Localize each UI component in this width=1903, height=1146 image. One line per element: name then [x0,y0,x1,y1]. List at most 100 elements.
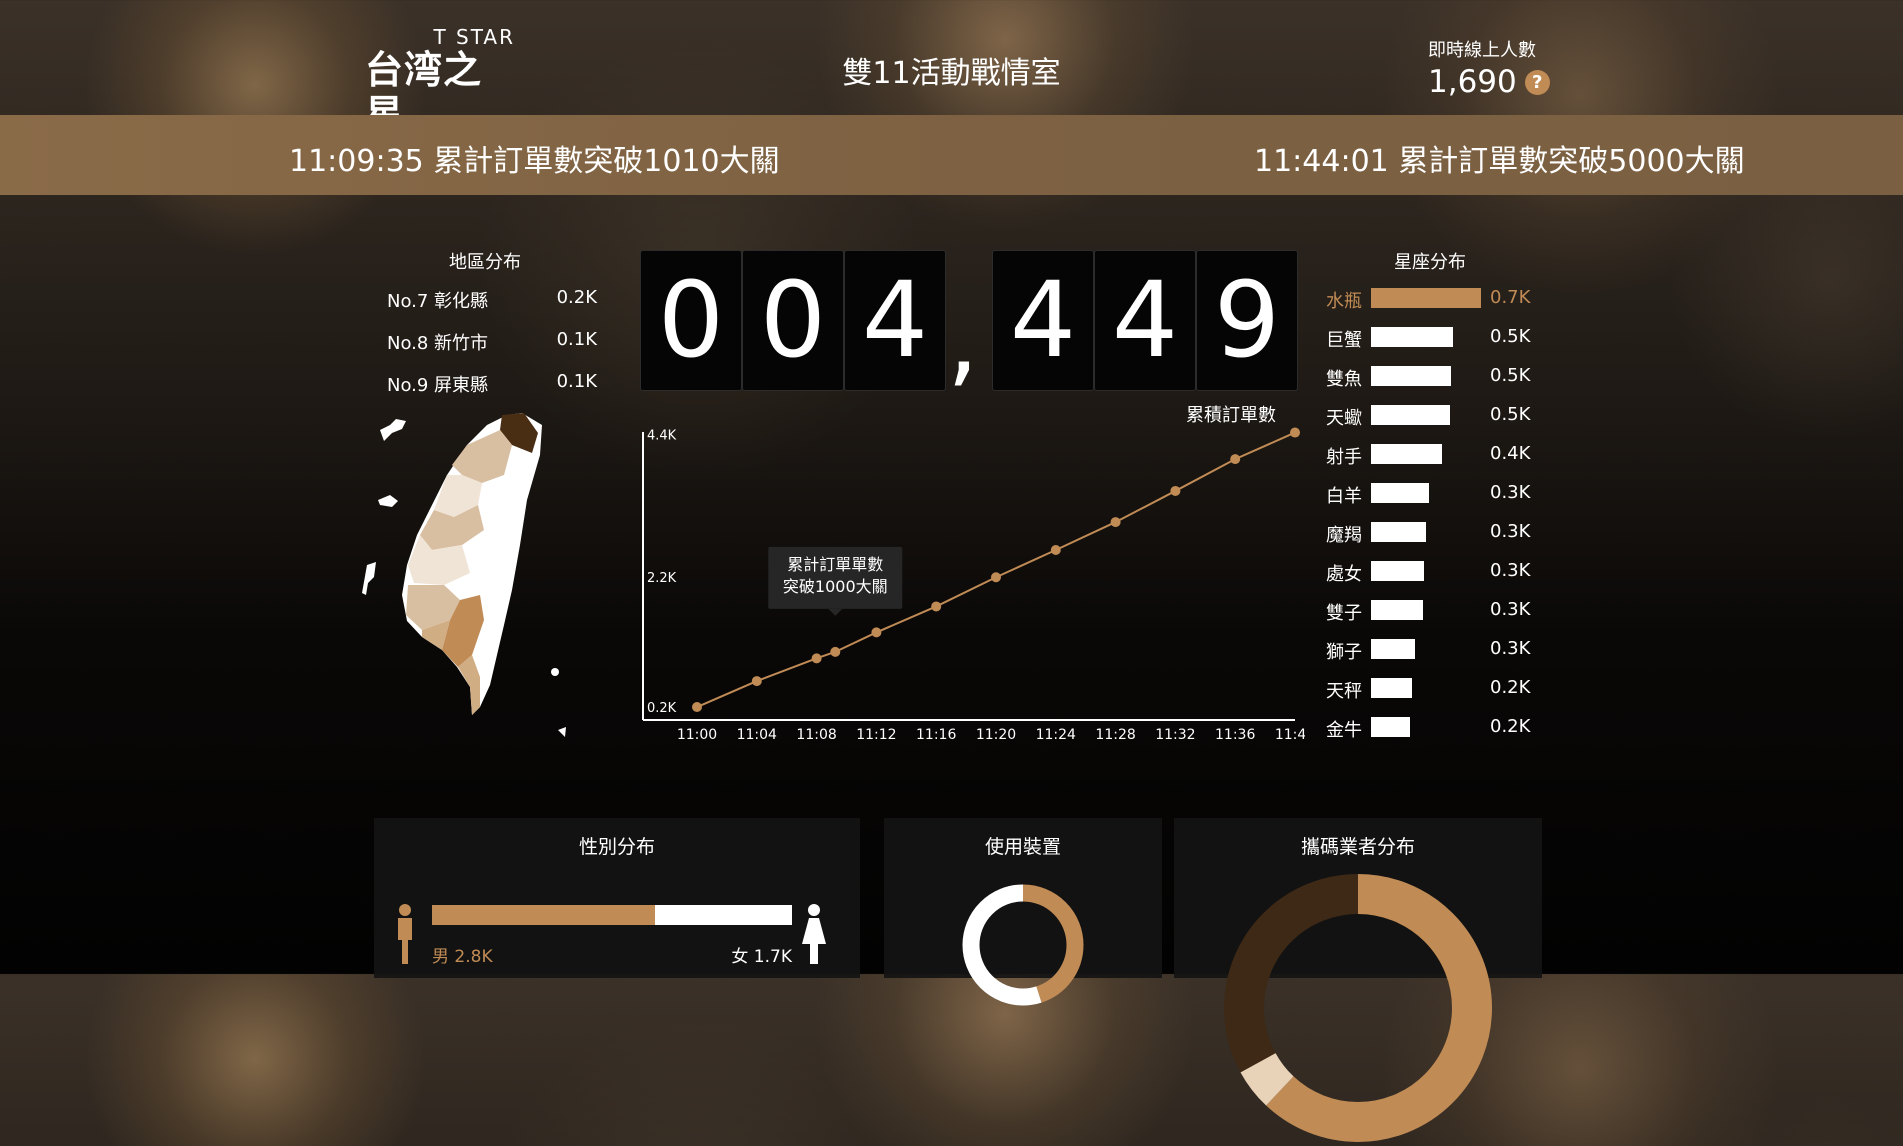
counter-separator: , [947,281,979,398]
x-tick-label: 11:24 [1036,727,1076,743]
data-point[interactable] [871,627,882,638]
zodiac-name: 巨蟹 [1326,330,1362,351]
region-row-value: 0.1K [556,371,597,392]
gender-bar [432,905,792,925]
zodiac-value: 0.5K [1490,404,1531,425]
male-label: 男 2.8K [432,947,493,967]
x-tick-label: 11:36 [1215,727,1255,743]
data-point[interactable] [1170,485,1181,496]
online-users: 即時線上人數 1,690 ? [1428,36,1550,102]
x-tick-label: 11:08 [796,727,836,743]
gender-panel: 性別分布 男 2.8K 女 1.7K [374,818,860,978]
zodiac-row[interactable]: 天秤 0.2K [1326,675,1556,702]
x-tick-label: 11:16 [916,727,956,743]
zodiac-value: 0.4K [1490,443,1531,464]
x-tick-label: 11:40 [1275,727,1305,743]
male-icon [398,904,412,964]
data-point[interactable] [692,702,702,713]
zodiac-row[interactable]: 水瓶 0.7K [1326,285,1556,312]
zodiac-bar [1371,600,1423,620]
data-point[interactable] [931,601,942,612]
page-title: 雙11活動戰情室 [842,56,1061,91]
data-point[interactable] [1290,427,1300,438]
zodiac-name: 雙子 [1326,603,1362,624]
zodiac-value: 0.5K [1490,365,1531,386]
device-donut-chart [962,884,1084,1006]
data-point[interactable] [1110,517,1121,528]
zodiac-bar [1371,327,1453,347]
help-icon[interactable]: ? [1524,69,1550,95]
zodiac-value: 0.2K [1490,677,1531,698]
zodiac-bar [1371,405,1450,425]
counter-digit: 9 [1196,250,1298,391]
counter-digit: 4 [1094,250,1196,391]
data-point[interactable] [811,653,822,664]
zodiac-bar [1371,522,1426,542]
orders-line-chart: 0.2K 2.2K 4.4K 11:00 11:04 11:08 11:12 11:16 11:… [642,405,1305,743]
zodiac-row[interactable]: 處女 0.3K [1326,558,1556,585]
announcement-2: 11:44:01 累計訂單數突破5000大關 [1254,144,1745,179]
online-users-count: 1,690 [1428,64,1517,100]
zodiac-row[interactable]: 魔羯 0.3K [1326,519,1556,546]
zodiac-row[interactable]: 巨蟹 0.5K [1326,324,1556,351]
taiwan-map[interactable] [362,405,612,755]
data-point[interactable] [1050,544,1061,555]
data-point[interactable] [751,676,762,687]
female-icon [802,904,826,964]
zodiac-value: 0.3K [1490,521,1531,542]
zodiac-value: 0.7K [1490,287,1531,308]
region-row-value: 0.2K [556,287,597,308]
zodiac-name: 雙魚 [1326,369,1362,390]
carrier-donut-chart [1224,874,1492,1142]
gender-male-fill [432,905,656,925]
zodiac-name: 白羊 [1326,486,1362,507]
counter-digit: 4 [992,250,1094,391]
zodiac-row[interactable]: 雙子 0.3K [1326,597,1556,624]
zodiac-value: 0.5K [1490,326,1531,347]
zodiac-value: 0.3K [1490,482,1531,503]
x-tick-label: 11:20 [976,727,1016,743]
region-row-label: No.8 新竹市 [387,333,489,354]
zodiac-row[interactable]: 雙魚 0.5K [1326,363,1556,390]
zodiac-name: 魔羯 [1326,525,1362,546]
gender-title: 性別分布 [578,836,655,858]
region-row: No.8 新竹市 0.1K [387,329,597,355]
data-point[interactable] [991,572,1001,583]
device-title: 使用裝置 [984,836,1061,858]
carrier-panel: 攜碼業者分布 [1174,818,1542,1142]
tooltip-pointer [828,608,843,616]
zodiac-value: 0.3K [1490,599,1531,620]
x-tick-label: 11:12 [856,727,896,743]
zodiac-row[interactable]: 白羊 0.3K [1326,480,1556,507]
x-tick-label: 11:32 [1155,727,1195,743]
data-point[interactable] [1230,454,1241,465]
region-title: 地區分布 [449,252,521,273]
data-point[interactable] [830,646,841,657]
zodiac-bar [1371,288,1481,308]
online-users-label: 即時線上人數 [1428,40,1536,61]
zodiac-value: 0.2K [1490,716,1531,737]
zodiac-name: 處女 [1326,564,1362,585]
zodiac-row[interactable]: 獅子 0.3K [1326,636,1556,663]
zodiac-row[interactable]: 金牛 0.2K [1326,714,1556,741]
zodiac-name: 水瓶 [1326,291,1362,312]
zodiac-name: 射手 [1326,447,1362,468]
zodiac-bar [1371,639,1415,659]
zodiac-bar [1371,678,1412,698]
device-panel: 使用裝置 [884,818,1162,1006]
zodiac-title: 星座分布 [1394,252,1466,273]
zodiac-row[interactable]: 天蠍 0.5K [1326,402,1556,429]
x-tick-label: 11:28 [1095,727,1135,743]
y-tick-label: 4.4K [647,428,677,443]
zodiac-name: 天蠍 [1326,408,1362,429]
zodiac-value: 0.3K [1490,638,1531,659]
zodiac-bar [1371,483,1430,503]
region-row-value: 0.1K [556,329,597,350]
tooltip-text: 累計訂單單數 [787,555,883,574]
y-tick-label: 2.2K [647,571,677,586]
legend-label: 累積訂單數 [1186,405,1276,426]
zodiac-row[interactable]: 射手 0.4K [1326,441,1556,468]
x-tick-label: 11:00 [677,727,717,743]
logo-brand-en: T STAR [433,25,515,49]
zodiac-bar [1371,717,1411,737]
